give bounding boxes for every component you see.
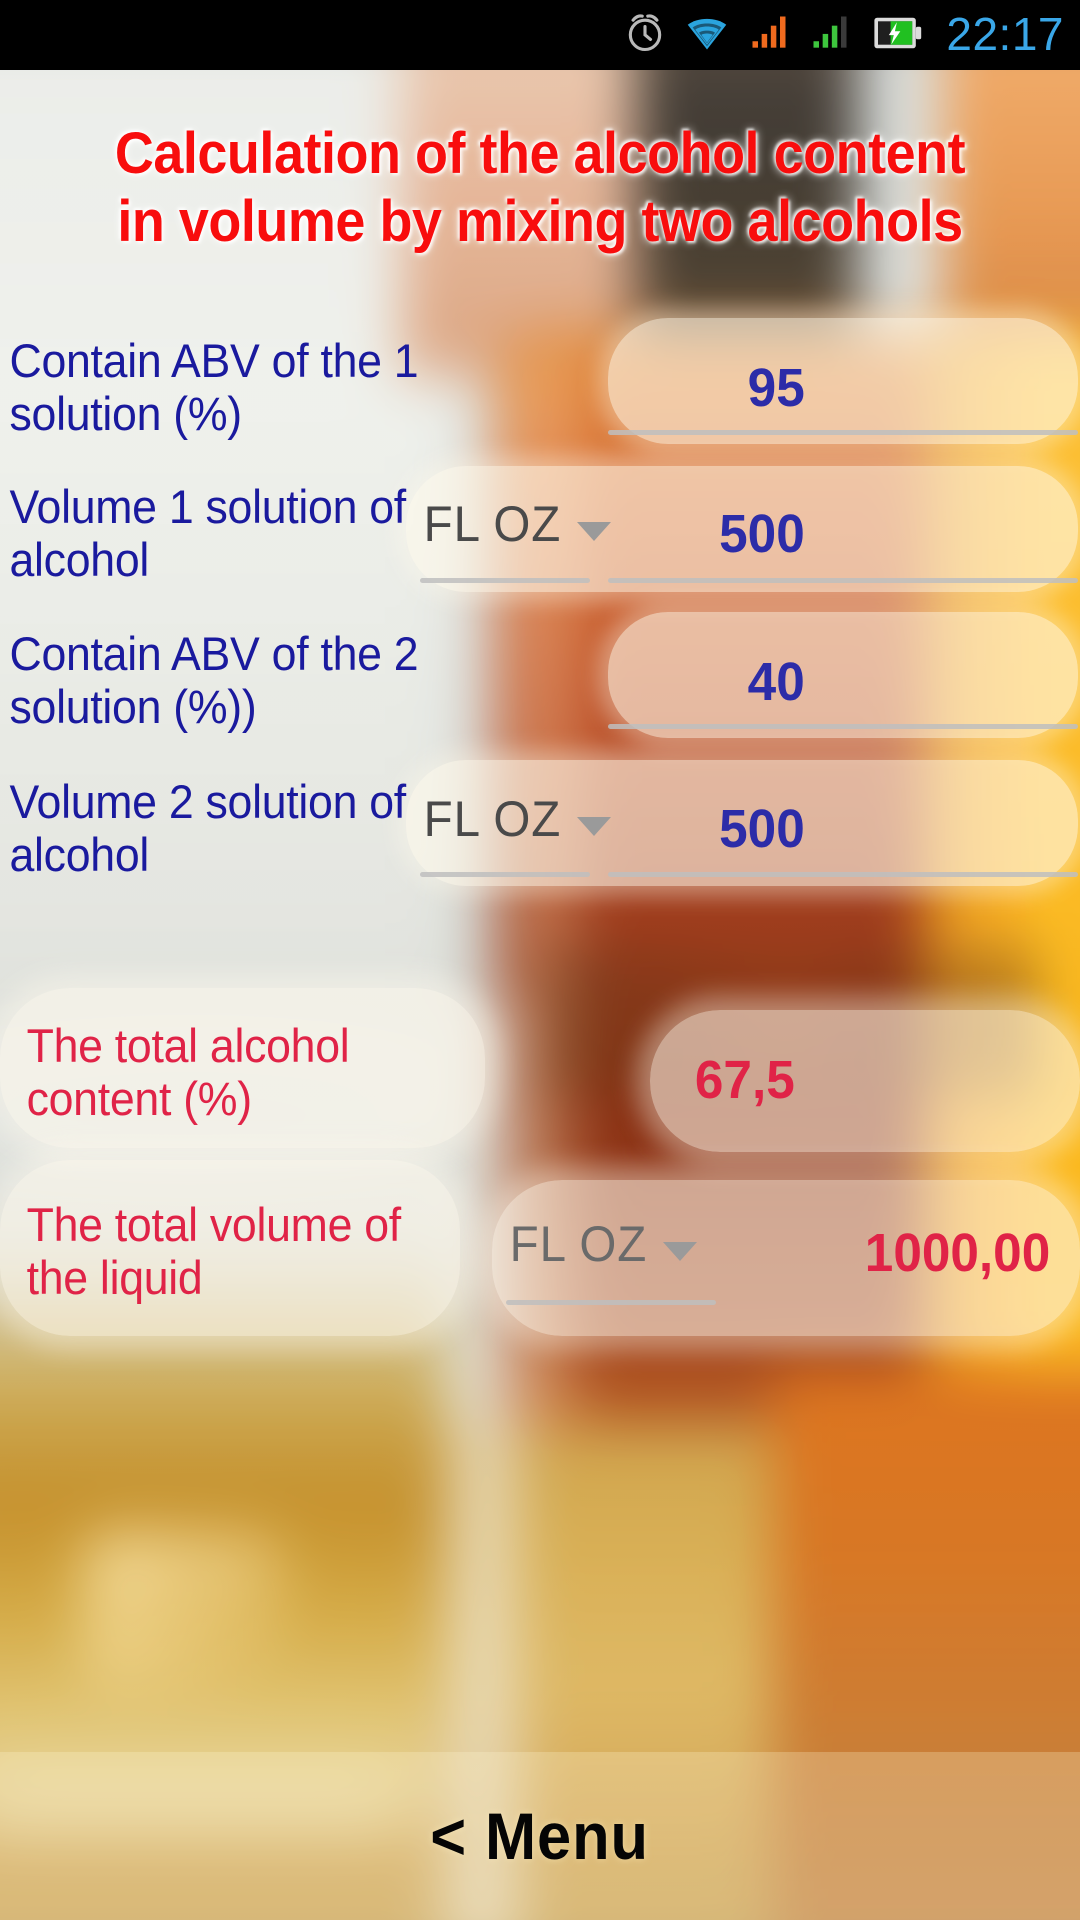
signal-sim2-icon [808,11,852,60]
input-row-abv1: Contain ABV of the 1 solution (%) [0,330,1080,446]
status-bar-clock: 22:17 [946,7,1064,60]
status-bar: 22:17 [0,0,1080,70]
input-value-abv2[interactable]: 40 [605,651,805,713]
input-value-vol1[interactable]: 500 [605,503,805,565]
alarm-clock-icon [623,11,667,60]
input-underline-vol2 [608,872,1078,877]
result-row-total-abv: The total alcohol content (%) [0,1000,1080,1146]
input-underline-vol1 [608,578,1078,583]
input-underline-abv1 [608,430,1078,435]
result-value-total-abv: 67,5 [694,1050,795,1110]
unit-spinner-vol2[interactable]: FL OZ [420,790,611,848]
input-underline-vol2-unit [420,872,590,877]
wifi-icon [684,11,730,60]
input-underline-abv2 [608,724,1078,729]
menu-button[interactable]: < Menu [431,1798,650,1874]
unit-spinner-label-vol1: FL OZ [423,496,562,552]
unit-spinner-vol1[interactable]: FL OZ [420,495,611,553]
page-title: Calculation of the alcohol content in vo… [38,120,1042,257]
input-value-abv1[interactable]: 95 [605,357,805,419]
signal-sim1-icon [747,11,791,60]
input-value-vol2[interactable]: 500 [605,798,805,860]
result-label-total-abv: The total alcohol content (%) [26,1019,350,1125]
bottom-menu-bar[interactable]: < Menu [0,1752,1080,1920]
result-label-total-volume: The total volume of the liquid [26,1198,402,1304]
input-label-vol1: Volume 1 solution of alcohol [9,480,407,586]
page-title-line1: Calculation of the alcohol content [114,121,966,186]
page-title-line2: in volume by mixing two alcohols [117,189,963,255]
app-screen: 22:17 Calculation of the alcohol content… [0,0,1080,1920]
input-underline-vol1-unit [420,578,590,583]
result-value-total-volume: 1000,00 [864,1223,1051,1283]
battery-charging-icon [869,11,923,60]
input-row-abv2: Contain ABV of the 2 solution (%)) [0,623,1080,739]
input-label-vol2: Volume 2 solution of alcohol [9,775,407,881]
unit-spinner-label-total-volume: FL OZ [509,1216,648,1272]
unit-spinner-label-vol2: FL OZ [423,791,562,847]
input-label-abv1: Contain ABV of the 1 solution (%) [9,334,419,440]
unit-spinner-total-volume[interactable]: FL OZ [506,1215,697,1273]
result-underline-total-volume [506,1300,716,1305]
input-label-abv2: Contain ABV of the 2 solution (%)) [9,627,419,733]
